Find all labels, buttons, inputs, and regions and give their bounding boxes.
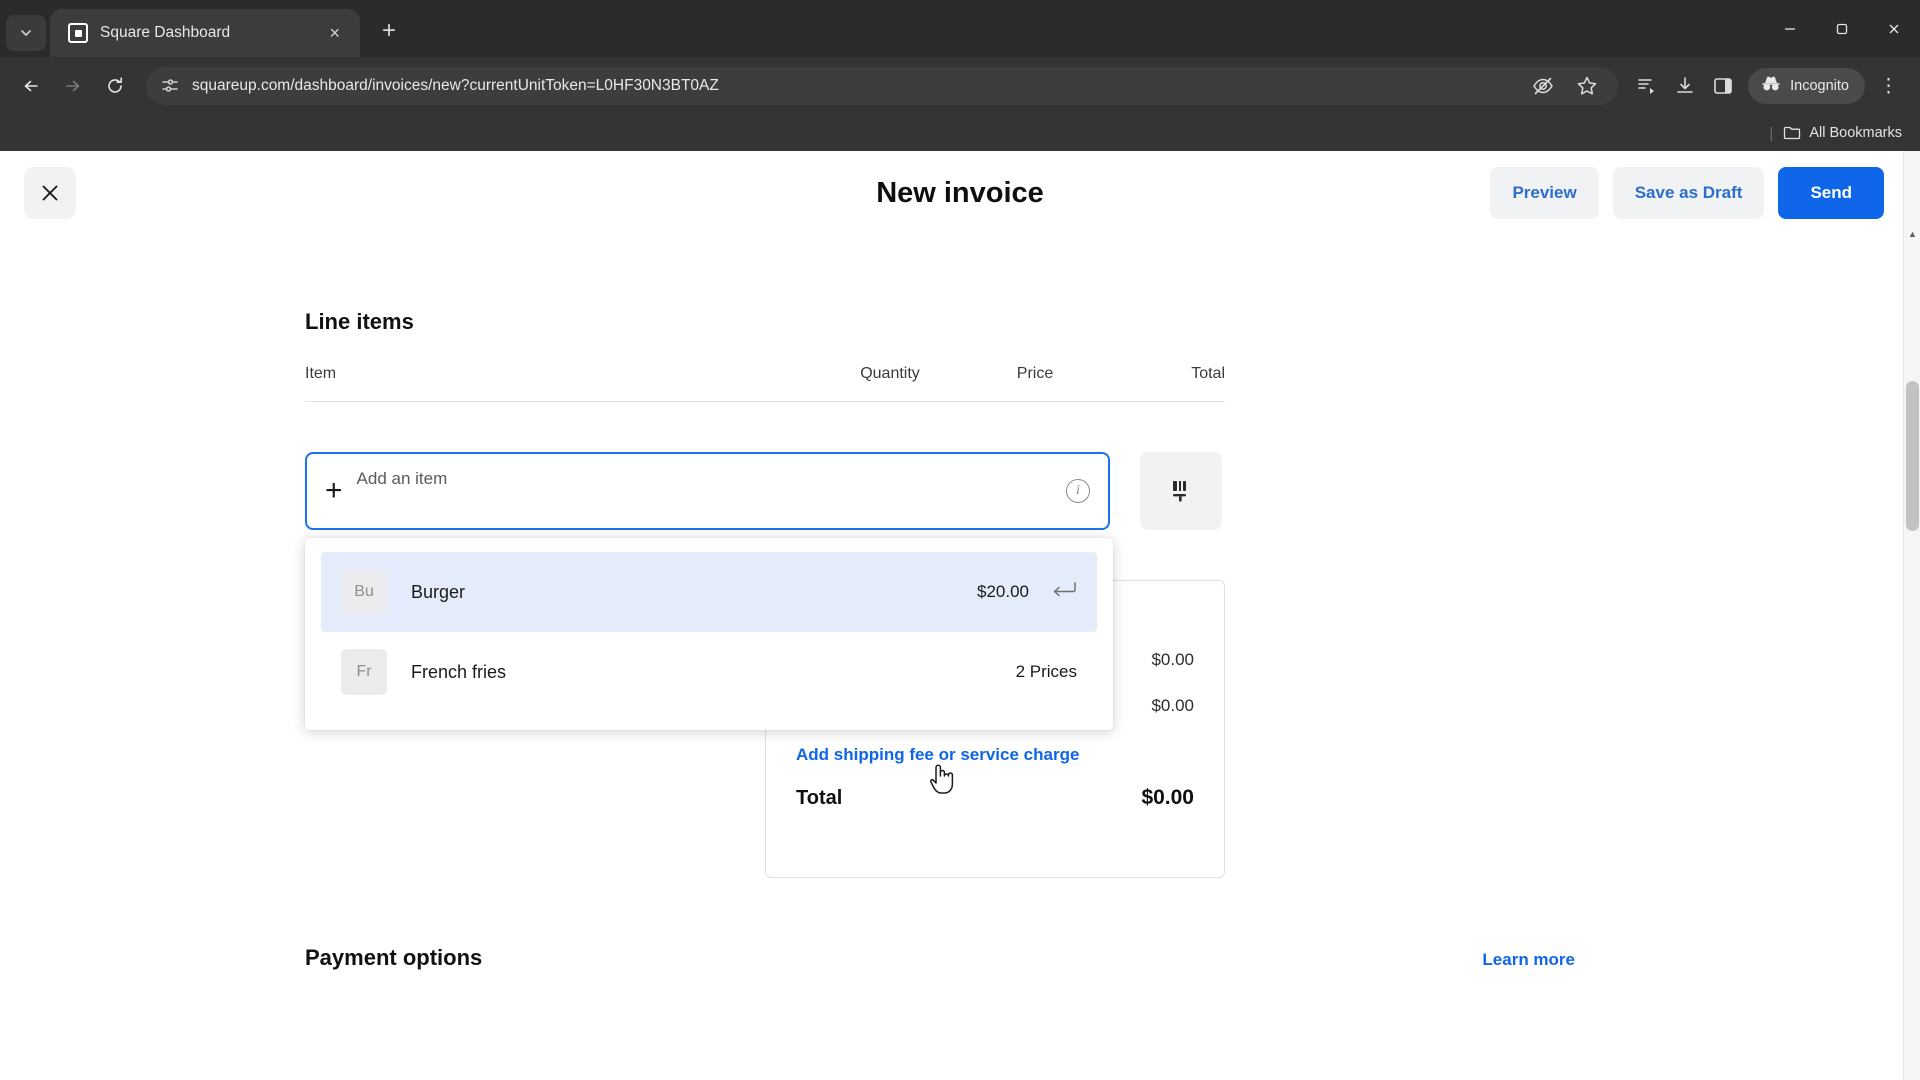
close-icon: [1889, 24, 1899, 33]
scrollbar-thumb[interactable]: [1906, 381, 1919, 531]
new-tab-button[interactable]: +: [374, 17, 404, 45]
add-item-placeholder: Add an item: [356, 469, 448, 488]
info-icon[interactable]: i: [1066, 479, 1090, 503]
dropdown-option-french-fries[interactable]: Fr French fries 2 Prices: [321, 632, 1097, 712]
browser-toolbar: squareup.com/dashboard/invoices/new?curr…: [0, 57, 1920, 115]
enter-key-icon: [1051, 581, 1077, 603]
site-settings-icon[interactable]: [160, 76, 180, 96]
invoice-header: New invoice Preview Save as Draft Send: [0, 151, 1920, 235]
download-icon[interactable]: [1668, 69, 1702, 103]
omnibox-actions: [1526, 69, 1604, 103]
tab-close-button[interactable]: ×: [323, 20, 346, 46]
bookmarks-bar: | All Bookmarks: [0, 115, 1920, 151]
column-header-total: Total: [1191, 364, 1225, 382]
dropdown-option-right: $20.00: [977, 581, 1077, 603]
back-arrow-icon: [24, 80, 38, 92]
header-actions: Preview Save as Draft Send: [1490, 167, 1884, 219]
item-name: Burger: [411, 581, 466, 602]
item-name: French fries: [411, 661, 507, 682]
window-controls: [1764, 0, 1920, 57]
plus-icon: +: [325, 474, 343, 507]
summary-spacer-bottom: [796, 821, 1194, 851]
forward-button[interactable]: [54, 67, 92, 105]
bookmarks-separator: |: [1769, 124, 1774, 142]
all-bookmarks-label: All Bookmarks: [1809, 125, 1902, 141]
side-panel-icon[interactable]: [1706, 69, 1740, 103]
tab-search-button[interactable]: [6, 15, 46, 51]
reading-list-icon[interactable]: [1630, 69, 1664, 103]
column-header-item: Item: [305, 364, 337, 382]
scroll-up-arrow[interactable]: ▲: [1904, 225, 1920, 242]
browser-window: Square Dashboard × + squareup.com/dashbo…: [0, 0, 1920, 1080]
payment-options-title: Payment options: [305, 945, 483, 970]
column-header-price: Price: [1016, 364, 1054, 382]
line-items-table: Item Quantity Price Total: [305, 360, 1225, 402]
all-bookmarks-button[interactable]: All Bookmarks: [1783, 125, 1902, 141]
square-logo-icon: [68, 23, 88, 43]
barcode-scanner-icon: [1173, 481, 1186, 502]
send-button[interactable]: Send: [1778, 167, 1884, 219]
total-label: Total: [796, 786, 843, 809]
dropdown-option-right: 2 Prices: [1016, 662, 1077, 682]
add-item-input[interactable]: + Add an item i: [305, 452, 1110, 530]
save-draft-button[interactable]: Save as Draft: [1612, 167, 1765, 219]
page-viewport: New invoice Preview Save as Draft Send L…: [0, 151, 1920, 1080]
line-items-title: Line items: [305, 309, 414, 334]
total-value: $0.00: [1141, 786, 1194, 809]
eye-slash-icon[interactable]: [1526, 69, 1560, 103]
close-invoice-button[interactable]: [24, 167, 76, 219]
summary-value: $0.00: [1151, 650, 1194, 669]
item-thumbnail: Fr: [341, 649, 387, 695]
kebab-menu-icon[interactable]: ⋮: [1869, 77, 1908, 96]
item-thumbnail: Bu: [341, 569, 387, 615]
item-price: 2 Prices: [1015, 662, 1077, 681]
tab-strip: Square Dashboard × +: [0, 0, 1920, 57]
star-icon[interactable]: [1570, 69, 1604, 103]
add-shipping-fee-link[interactable]: Add shipping fee or service charge: [796, 745, 1194, 765]
address-bar[interactable]: squareup.com/dashboard/invoices/new?curr…: [146, 67, 1619, 105]
item-suggestions-dropdown: Bu Burger $20.00 Fr French fries 2 Price…: [305, 538, 1113, 730]
preview-button[interactable]: Preview: [1490, 167, 1599, 219]
add-item-row: + Add an item i: [305, 452, 1222, 530]
minimize-button[interactable]: [1764, 0, 1816, 57]
table-header-row: Item Quantity Price Total: [305, 360, 1225, 402]
invoice-content: Line items Item Quantity Price Total + A…: [0, 235, 1920, 1080]
folder-icon: [1784, 126, 1801, 140]
maximize-button[interactable]: [1816, 0, 1868, 57]
barcode-scanner-button[interactable]: [1140, 452, 1222, 530]
summary-value: $0.00: [1151, 696, 1194, 715]
back-button[interactable]: [12, 67, 50, 105]
page-scrollbar[interactable]: ▲ ▼: [1903, 151, 1920, 1080]
minimize-icon: [1785, 27, 1795, 30]
window-close-button[interactable]: [1868, 0, 1920, 57]
summary-row-total: Total $0.00: [796, 775, 1194, 821]
maximize-icon: [1836, 23, 1848, 34]
incognito-label: Incognito: [1790, 78, 1849, 94]
incognito-indicator[interactable]: Incognito: [1748, 68, 1865, 104]
payment-learn-more-link[interactable]: Learn more: [1482, 950, 1575, 970]
incognito-hat-icon: [1760, 74, 1782, 98]
browser-tab[interactable]: Square Dashboard ×: [50, 9, 360, 57]
reload-icon: [108, 77, 122, 93]
url-text: squareup.com/dashboard/invoices/new?curr…: [192, 77, 719, 94]
tab-title: Square Dashboard: [100, 24, 231, 41]
chevron-down-icon: [21, 30, 31, 36]
dropdown-option-burger[interactable]: Bu Burger $20.00: [321, 552, 1097, 632]
item-price: $20.00: [977, 582, 1029, 601]
reload-button[interactable]: [96, 67, 134, 105]
forward-arrow-icon: [66, 80, 80, 92]
close-icon: [42, 185, 58, 201]
column-header-quantity: Quantity: [860, 364, 920, 382]
